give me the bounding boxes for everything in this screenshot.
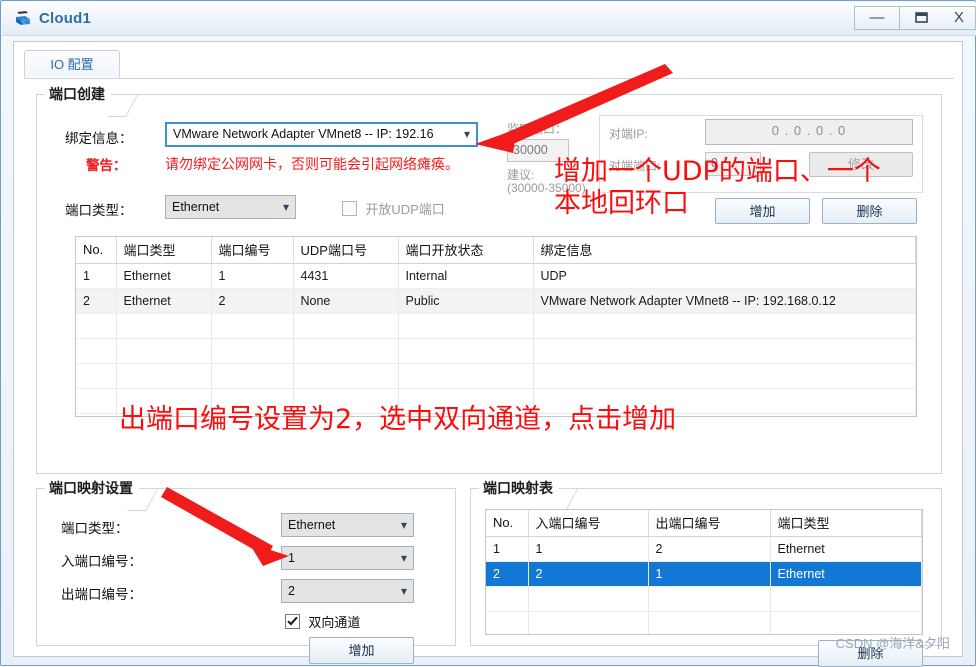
arrow-to-binding-combo [475,64,673,153]
annotation-arrows [161,64,673,566]
annotation-top-line2: 本地回环口 [554,188,689,219]
annotation-middle: 出端口编号设置为2，选中双向通道，点击增加 [119,404,677,435]
application-window: Cloud1 — X IO 配置 端口创建 绑定信息： VMware Netwo… [0,0,976,667]
arrow-to-out-port-combo [161,487,289,566]
